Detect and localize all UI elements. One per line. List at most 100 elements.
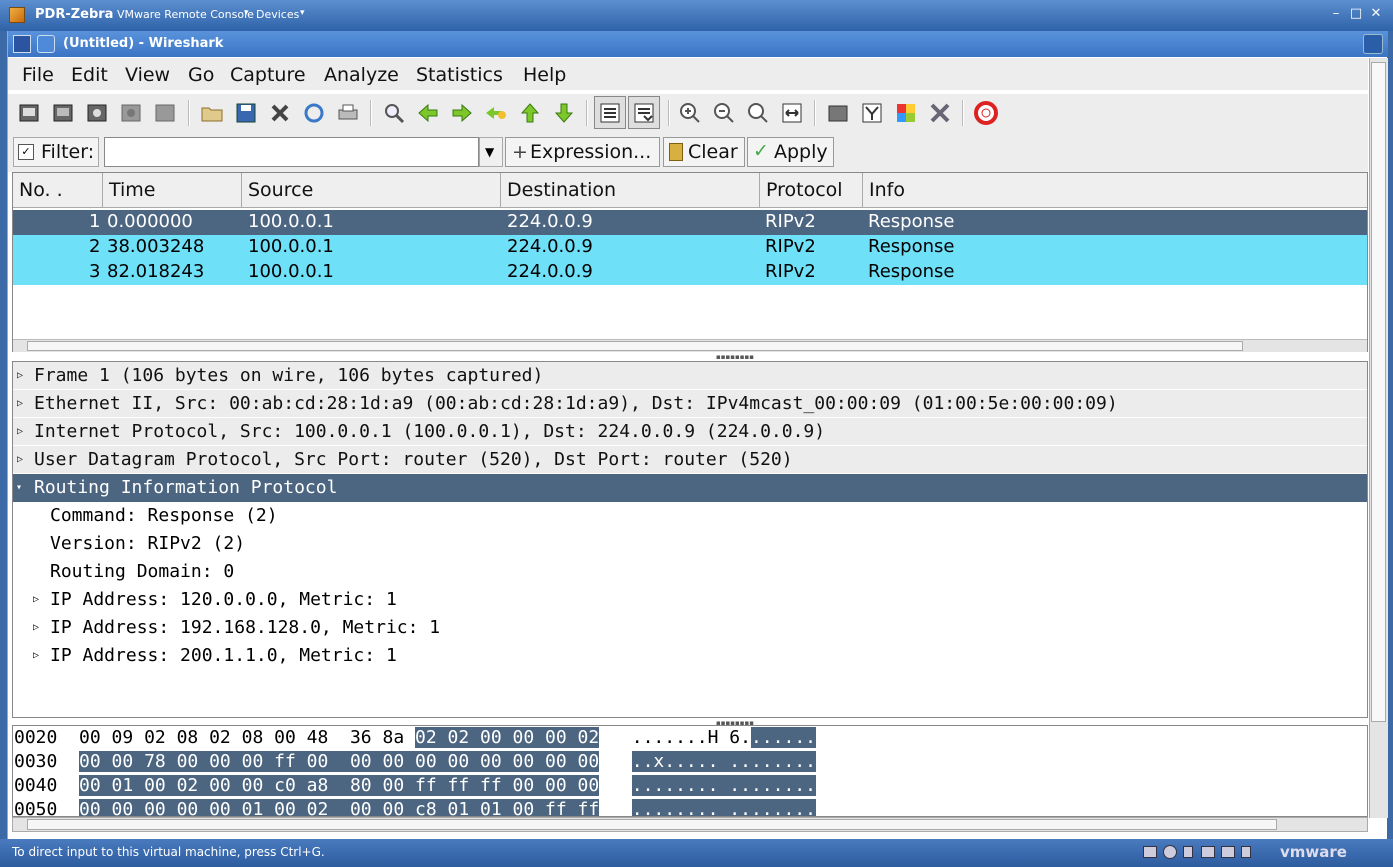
packet-row[interactable]: 3 82.018243 100.0.0.1 224.0.0.9 RIPv2 Re…: [13, 260, 1367, 285]
cd-drive-icon[interactable]: [1163, 845, 1177, 859]
restart-capture-icon[interactable]: [153, 101, 177, 125]
go-first-icon[interactable]: [518, 101, 542, 125]
devices-menu[interactable]: Devices: [256, 8, 299, 21]
clear-button[interactable]: Clear: [663, 137, 745, 167]
column-header-time[interactable]: Time: [103, 173, 242, 208]
help-icon[interactable]: [974, 101, 998, 125]
hex-row[interactable]: 0030 00 00 78 00 00 00 ff 00 00 00 00 00…: [14, 751, 816, 775]
coloring-rules-icon[interactable]: [894, 101, 918, 125]
menu-help[interactable]: Help: [523, 64, 566, 86]
expand-arrow-icon[interactable]: ▷: [17, 370, 25, 381]
tree-item-rip-command[interactable]: Command: Response (2): [13, 502, 1367, 530]
tree-item-udp[interactable]: ▷ User Datagram Protocol, Src Port: rout…: [13, 446, 1367, 474]
hex-row[interactable]: 0020 00 09 02 08 02 08 00 48 36 8a 02 02…: [14, 727, 816, 751]
close-file-icon[interactable]: [268, 101, 292, 125]
column-header-no[interactable]: No. .: [13, 173, 103, 208]
expand-arrow-icon[interactable]: ▷: [33, 622, 41, 633]
close-button[interactable]: ✕: [1368, 6, 1384, 21]
hex-row[interactable]: 0040 00 01 00 02 00 00 c0 a8 80 00 ff ff…: [14, 775, 816, 799]
save-icon[interactable]: [234, 101, 258, 125]
filter-button[interactable]: ✓ Filter:: [13, 137, 99, 167]
tree-item-frame[interactable]: ▷ Frame 1 (106 bytes on wire, 106 bytes …: [13, 362, 1367, 390]
network-icon[interactable]: [1201, 846, 1215, 858]
expand-arrow-icon[interactable]: ▷: [33, 650, 41, 661]
filter-dropdown-button[interactable]: ▼: [479, 137, 503, 167]
usb-icon[interactable]: [1221, 846, 1235, 858]
pane-splitter[interactable]: ▪▪▪▪▪▪▪▪: [716, 353, 754, 361]
zoom-out-icon[interactable]: [712, 101, 736, 125]
preferences-icon[interactable]: [928, 101, 952, 125]
menu-capture[interactable]: Capture: [230, 64, 306, 86]
packet-list-scrollbar[interactable]: [13, 339, 1367, 352]
open-folder-icon[interactable]: [200, 101, 224, 125]
hex-scrollbar[interactable]: [12, 817, 1368, 832]
menu-statistics[interactable]: Statistics: [416, 64, 503, 86]
window-vertical-scrollbar[interactable]: [1369, 58, 1388, 818]
filter-input[interactable]: [104, 137, 479, 167]
go-to-packet-icon[interactable]: [484, 101, 508, 125]
go-forward-icon[interactable]: [450, 101, 474, 125]
device-icons[interactable]: [1143, 843, 1253, 863]
console-menu[interactable]: VMware Remote Console: [117, 8, 254, 21]
sound-icon[interactable]: [1241, 846, 1251, 858]
capture-filters-icon[interactable]: [826, 101, 850, 125]
packet-row[interactable]: 2 38.003248 100.0.0.1 224.0.0.9 RIPv2 Re…: [13, 235, 1367, 260]
scrollbar-thumb[interactable]: [1371, 62, 1386, 722]
capture-options-icon[interactable]: [51, 101, 75, 125]
chevron-down-icon[interactable]: ▾: [300, 8, 305, 18]
tree-item-rip[interactable]: ▾ Routing Information Protocol: [13, 474, 1367, 502]
tree-item-ip[interactable]: ▷ Internet Protocol, Src: 100.0.0.1 (100…: [13, 418, 1367, 446]
column-header-protocol[interactable]: Protocol: [760, 173, 863, 208]
find-icon[interactable]: [382, 101, 406, 125]
tree-item-ip-address[interactable]: ▷ IP Address: 200.1.1.0, Metric: 1: [13, 642, 1367, 670]
chevron-down-icon[interactable]: ▾: [244, 8, 249, 18]
resize-columns-icon[interactable]: [780, 101, 804, 125]
apply-button[interactable]: ✓ Apply: [747, 137, 834, 167]
wireshark-fin-icon[interactable]: [13, 35, 31, 53]
scrollbar-thumb[interactable]: [27, 341, 1243, 351]
zoom-in-icon[interactable]: [678, 101, 702, 125]
hex-bytes-selected: 00 00 78 00 00 00 ff 00 00 00 00 00 00 0…: [79, 751, 600, 772]
hex-row[interactable]: 0050 00 00 00 00 00 01 00 02 00 00 c8 01…: [14, 799, 816, 816]
collapse-arrow-icon[interactable]: ▾: [16, 482, 24, 493]
expand-arrow-icon[interactable]: ▷: [33, 594, 41, 605]
floppy-icon[interactable]: [1183, 846, 1193, 858]
packet-time: 82.018243: [107, 261, 205, 282]
menu-view[interactable]: View: [125, 64, 170, 86]
window-menu-icon[interactable]: [37, 35, 55, 53]
tree-item-rip-domain[interactable]: Routing Domain: 0: [13, 558, 1367, 586]
scrollbar-thumb[interactable]: [27, 819, 1277, 830]
stop-capture-icon[interactable]: [119, 101, 143, 125]
auto-scroll-icon[interactable]: [632, 101, 656, 125]
minimize-button[interactable]: –: [1328, 6, 1344, 21]
maximize-button[interactable]: □: [1348, 6, 1364, 21]
expression-button[interactable]: + Expression...: [505, 137, 660, 167]
column-header-source[interactable]: Source: [242, 173, 501, 208]
normal-size-icon[interactable]: [746, 101, 770, 125]
tree-item-ip-address[interactable]: ▷ IP Address: 192.168.128.0, Metric: 1: [13, 614, 1367, 642]
menu-file[interactable]: File: [22, 64, 54, 86]
hex-offset: 0030: [14, 751, 58, 772]
window-control-button[interactable]: [1363, 34, 1383, 54]
packet-row[interactable]: 1 0.000000 100.0.0.1 224.0.0.9 RIPv2 Res…: [13, 210, 1367, 235]
menu-analyze[interactable]: Analyze: [324, 64, 399, 86]
expand-arrow-icon[interactable]: ▷: [17, 454, 25, 465]
start-capture-icon[interactable]: [85, 101, 109, 125]
go-last-icon[interactable]: [552, 101, 576, 125]
interfaces-icon[interactable]: [17, 101, 41, 125]
go-back-icon[interactable]: [416, 101, 440, 125]
expand-arrow-icon[interactable]: ▷: [17, 426, 25, 437]
menu-go[interactable]: Go: [188, 64, 214, 86]
menu-edit[interactable]: Edit: [71, 64, 108, 86]
tree-item-rip-version[interactable]: Version: RIPv2 (2): [13, 530, 1367, 558]
column-header-destination[interactable]: Destination: [501, 173, 760, 208]
colorize-icon[interactable]: [598, 101, 622, 125]
hard-disk-icon[interactable]: [1143, 846, 1157, 858]
tree-item-ethernet[interactable]: ▷ Ethernet II, Src: 00:ab:cd:28:1d:a9 (0…: [13, 390, 1367, 418]
reload-icon[interactable]: [302, 101, 326, 125]
column-header-info[interactable]: Info: [863, 173, 1367, 208]
display-filters-icon[interactable]: [860, 101, 884, 125]
expand-arrow-icon[interactable]: ▷: [17, 398, 25, 409]
print-icon[interactable]: [336, 101, 360, 125]
tree-item-ip-address[interactable]: ▷ IP Address: 120.0.0.0, Metric: 1: [13, 586, 1367, 614]
